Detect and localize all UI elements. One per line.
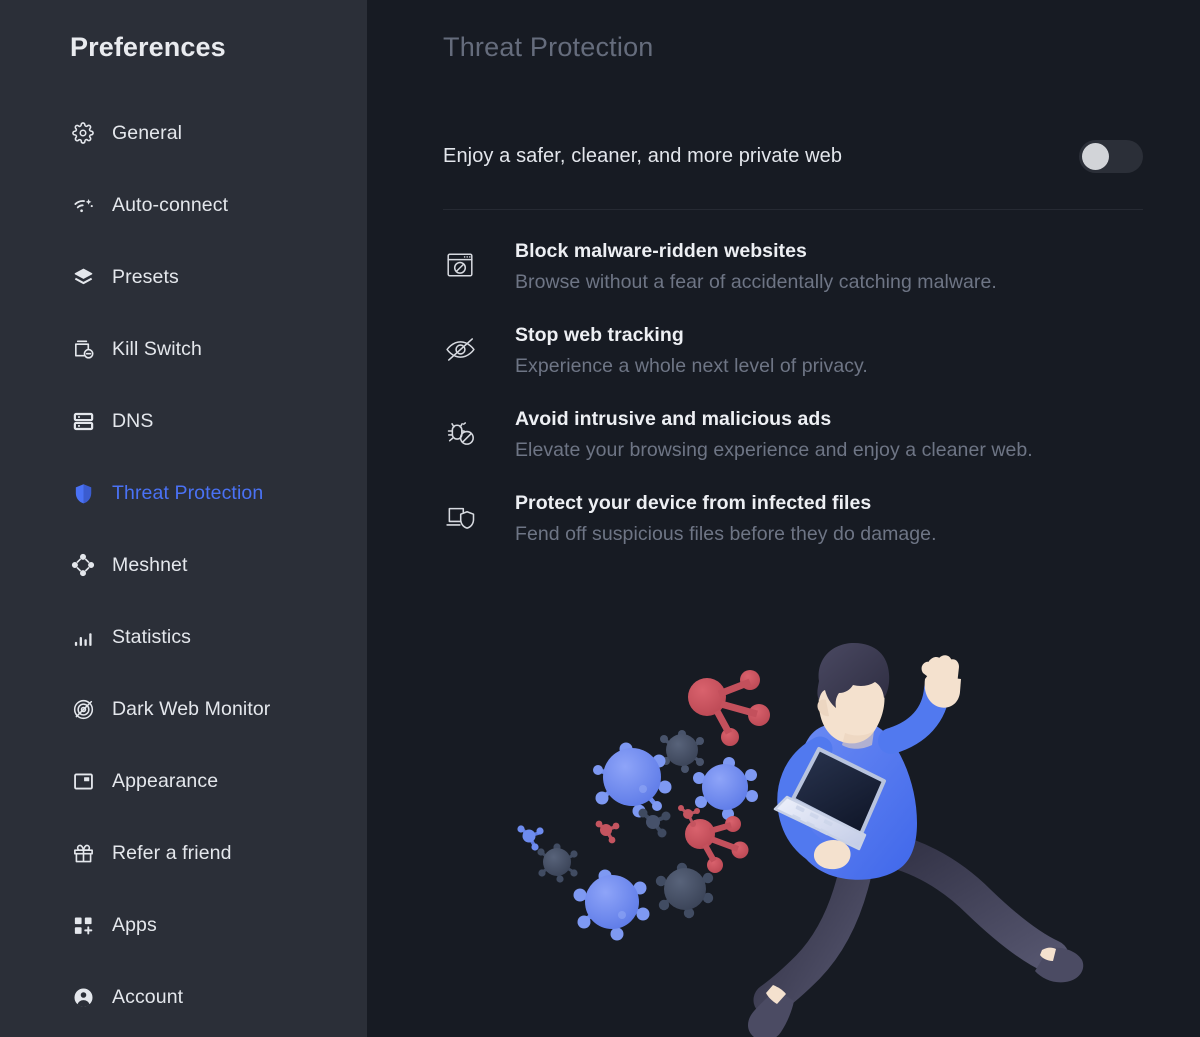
hair (817, 643, 890, 708)
feature-description: Browse without a fear of accidentally ca… (515, 271, 997, 293)
sidebar-item-label: DNS (112, 409, 154, 432)
feature-text: Protect your device from infected files … (515, 488, 937, 550)
kill-switch-icon (70, 336, 96, 362)
virus-blue-mid (693, 757, 758, 820)
appearance-icon (70, 768, 96, 794)
laptop-shield-icon (443, 500, 477, 534)
sidebar-item-presets[interactable]: Presets (0, 241, 367, 313)
gear-icon (70, 120, 96, 146)
sidebar-item-dns[interactable]: DNS (0, 385, 367, 457)
virus-blue-bottom (573, 869, 650, 941)
layers-icon (70, 264, 96, 290)
feature-title: Block malware-ridden websites (515, 240, 807, 262)
virus-grey-mid (660, 730, 704, 773)
toggle-knob (1082, 142, 1109, 170)
sidebar-item-label: Auto-connect (112, 193, 229, 216)
feature-item: Avoid intrusive and malicious ads Elevat… (443, 404, 1160, 466)
sidebar-item-statistics[interactable]: Statistics (0, 601, 367, 673)
sidebar-item-label: Presets (112, 265, 179, 288)
sidebar-item-label: Refer a friend (112, 841, 232, 864)
sidebar-item-apps[interactable]: Apps (0, 889, 367, 961)
virus-red-lower (685, 816, 749, 873)
server-icon (70, 408, 96, 434)
page-title: Threat Protection (443, 32, 654, 62)
sidebar-item-threat-protection[interactable]: Threat Protection (0, 457, 367, 529)
meshnet-icon (70, 552, 96, 578)
person-running-with-laptop-away-from-viruses-illustration (467, 637, 1200, 1037)
feature-title: Protect your device from infected files (515, 492, 872, 514)
sidebar-item-dark-web-monitor[interactable]: Dark Web Monitor (0, 673, 367, 745)
shield-icon (70, 480, 96, 506)
feature-description: Fend off suspicious files before they do… (515, 523, 937, 545)
sidebar-item-auto-connect[interactable]: Auto-connect (0, 169, 367, 241)
account-person-icon (70, 984, 96, 1010)
sidebar-item-meshnet[interactable]: Meshnet (0, 529, 367, 601)
sidebar-item-label: Statistics (112, 625, 192, 648)
back-shoe (1035, 947, 1084, 983)
gift-icon (70, 840, 96, 866)
laptop (773, 747, 886, 851)
front-shoe (748, 989, 794, 1037)
bar-chart-icon (70, 624, 96, 650)
virus-grey-lower-left (537, 843, 578, 883)
sidebar-item-account[interactable]: Account (0, 961, 367, 1033)
head (818, 658, 885, 744)
sidebar-item-label: Account (112, 985, 184, 1008)
shirt (790, 719, 917, 880)
feature-description: Experience a whole next level of privacy… (515, 355, 868, 377)
virus-red-large (688, 670, 770, 746)
preferences-window: Preferences General Auto-connect Presets… (0, 0, 1200, 1037)
sidebar-nav: General Auto-connect Presets Kill Switch… (0, 97, 367, 1033)
sidebar-item-label: General (112, 121, 183, 144)
feature-item: Block malware-ridden websites Browse wit… (443, 236, 1160, 298)
virus-cluster (517, 670, 770, 941)
sidebar-item-label: Apps (112, 913, 157, 936)
browser-blocked-icon (443, 248, 477, 282)
feature-title: Stop web tracking (515, 324, 684, 346)
sidebar-item-general[interactable]: General (0, 97, 367, 169)
sidebar: Preferences General Auto-connect Presets… (0, 0, 367, 1037)
threat-protection-master-row: Enjoy a safer, cleaner, and more private… (443, 127, 1143, 185)
sidebar-item-refer-a-friend[interactable]: Refer a friend (0, 817, 367, 889)
feature-title: Avoid intrusive and malicious ads (515, 408, 832, 430)
threat-protection-toggle[interactable] (1079, 139, 1143, 173)
sidebar-item-kill-switch[interactable]: Kill Switch (0, 313, 367, 385)
virus-red-tiny-2 (678, 805, 700, 827)
raised-hand (921, 655, 961, 708)
bug-blocked-icon (443, 416, 477, 450)
sidebar-item-label: Meshnet (112, 553, 188, 576)
eye-off-icon (443, 332, 477, 366)
feature-item: Stop web tracking Experience a whole nex… (443, 320, 1160, 382)
sidebar-item-label: Dark Web Monitor (112, 697, 271, 720)
target-icon (70, 696, 96, 722)
apps-grid-icon (70, 912, 96, 938)
feature-item: Protect your device from infected files … (443, 488, 1160, 550)
section-divider (443, 209, 1143, 210)
virus-blue-tiny (517, 825, 544, 851)
feature-text: Stop web tracking Experience a whole nex… (515, 320, 868, 382)
front-hand (814, 840, 851, 870)
master-toggle-label: Enjoy a safer, cleaner, and more private… (443, 144, 843, 167)
sidebar-item-appearance[interactable]: Appearance (0, 745, 367, 817)
auto-connect-icon (70, 192, 96, 218)
sidebar-item-label: Appearance (112, 769, 219, 792)
virus-dark-small (638, 808, 671, 838)
virus-blue-large (593, 742, 672, 818)
sidebar-item-label: Kill Switch (112, 337, 202, 360)
running-person (748, 643, 1084, 1037)
feature-description: Elevate your browsing experience and enj… (515, 439, 1033, 461)
sidebar-item-label: Threat Protection (112, 481, 264, 504)
feature-list: Block malware-ridden websites Browse wit… (367, 236, 1200, 550)
virus-red-tiny-1 (595, 820, 620, 844)
feature-text: Avoid intrusive and malicious ads Elevat… (515, 404, 1033, 466)
main-content: Threat Protection Enjoy a safer, cleaner… (367, 0, 1200, 1037)
virus-grey-bottom (655, 862, 714, 919)
sidebar-title: Preferences (70, 32, 226, 62)
feature-text: Block malware-ridden websites Browse wit… (515, 236, 997, 298)
